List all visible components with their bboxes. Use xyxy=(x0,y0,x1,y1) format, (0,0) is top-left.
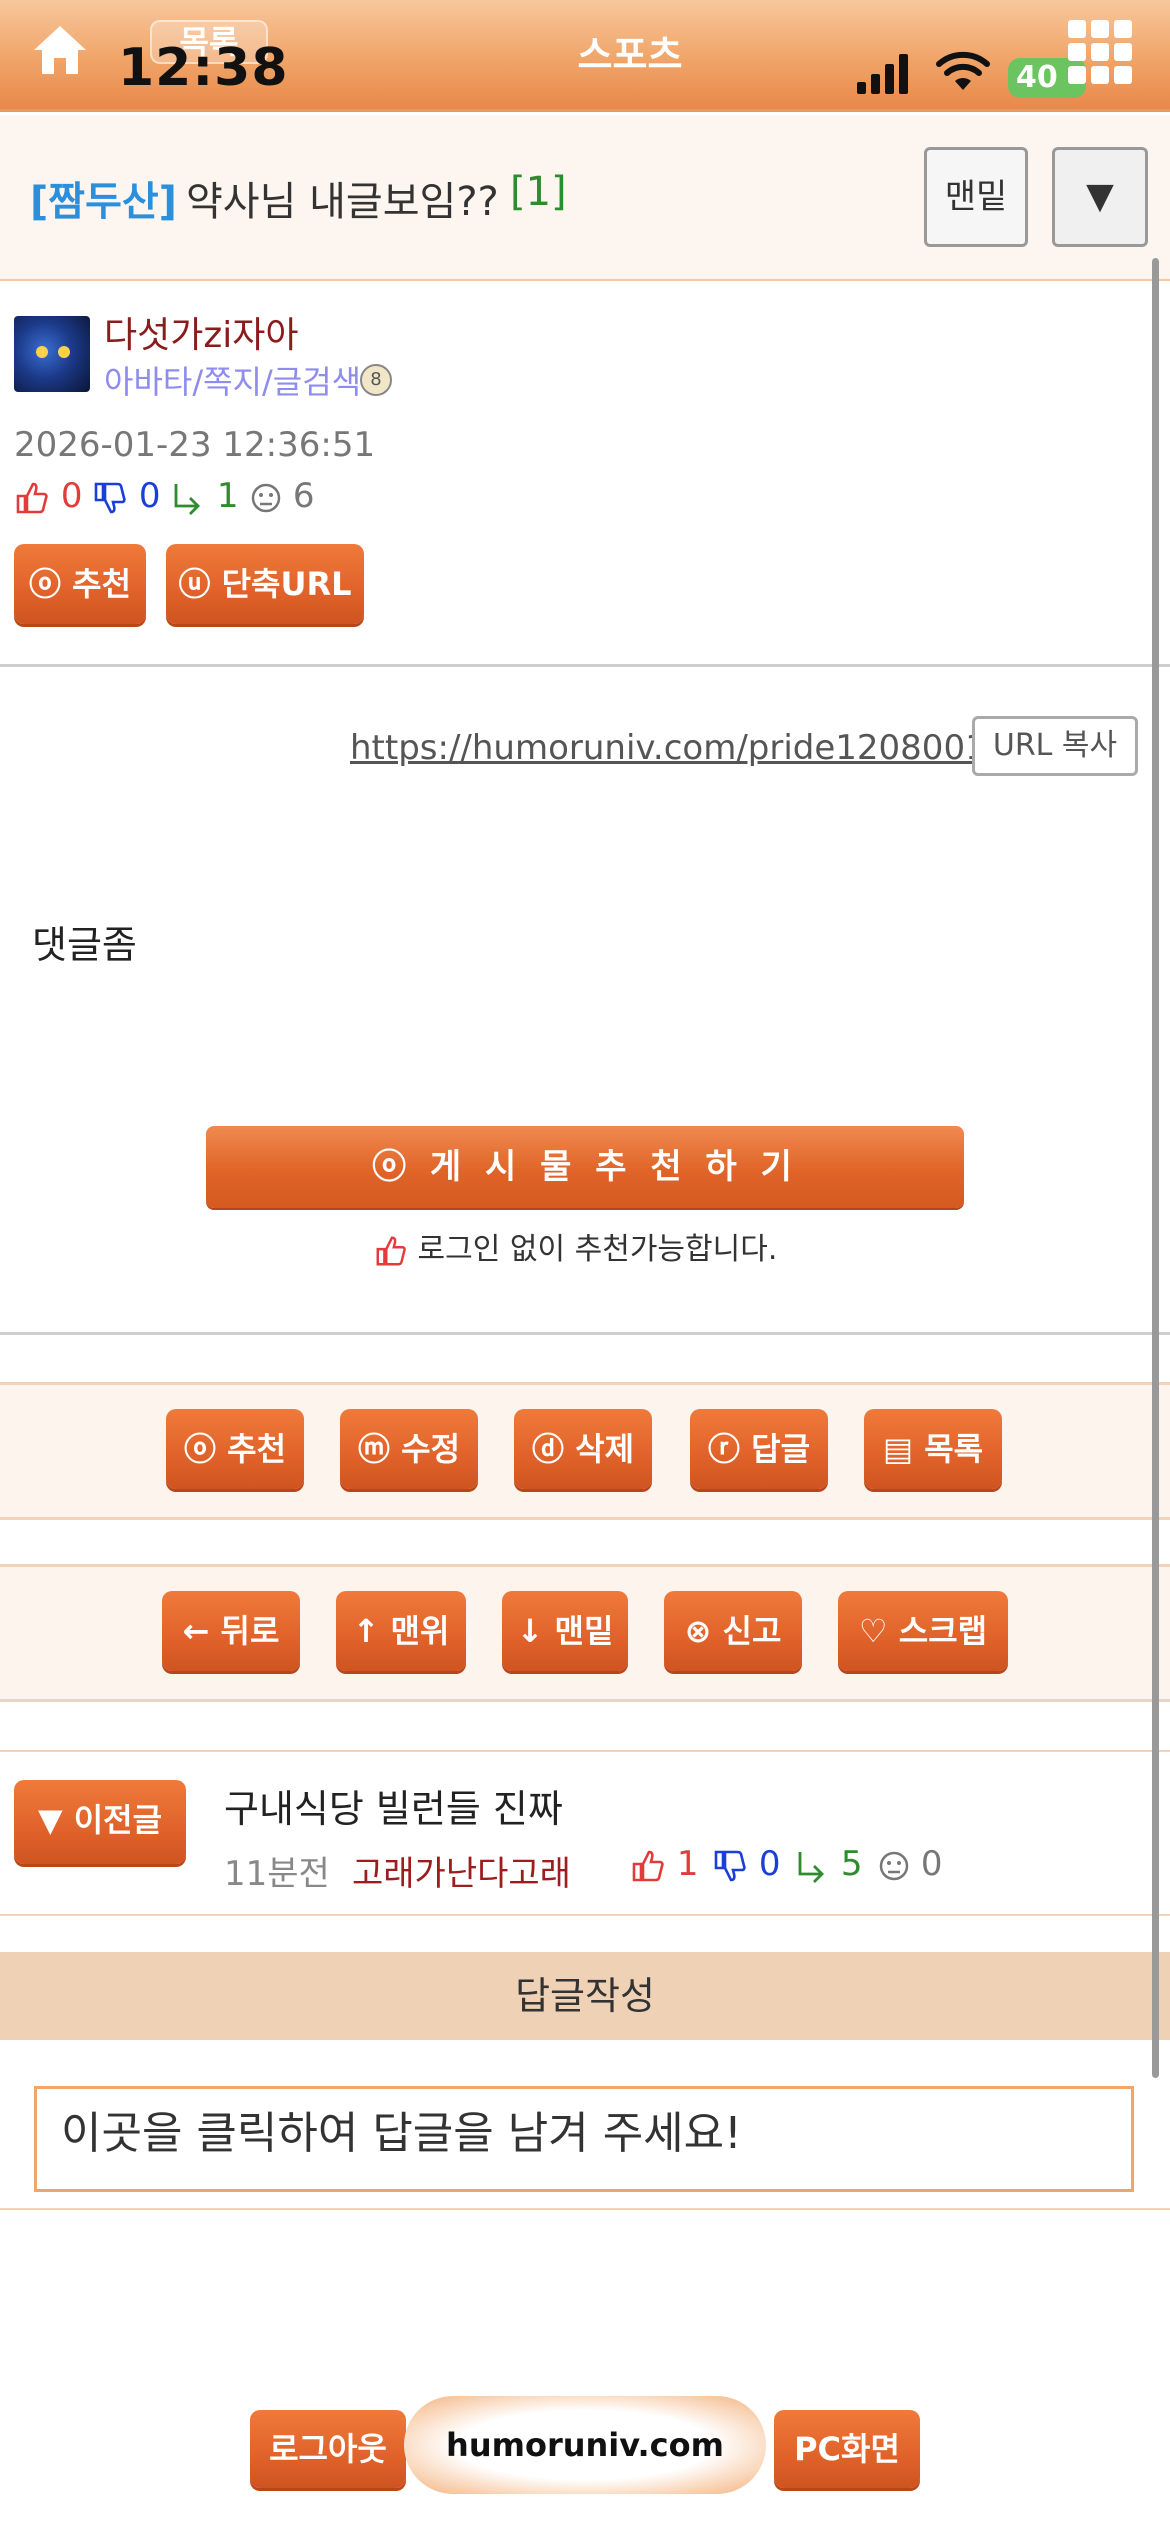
thumbs-down-icon xyxy=(94,482,126,513)
post-category[interactable]: [짬두산] xyxy=(30,169,177,227)
divider xyxy=(0,1332,1170,1335)
reply-arrow-icon xyxy=(798,1851,824,1883)
face-icon xyxy=(879,1851,909,1880)
reply-button[interactable]: ⓡ 답글 xyxy=(690,1409,828,1489)
post-date: 2026-01-23 12:36:51 xyxy=(14,425,376,465)
home-icon[interactable] xyxy=(30,22,90,78)
like-count: 0 xyxy=(14,476,82,516)
divider xyxy=(0,1750,1170,1752)
report-button[interactable]: ⊗ 신고 xyxy=(664,1591,802,1671)
reply-arrow-icon xyxy=(174,483,200,515)
prev-like-count: 1 xyxy=(630,1844,698,1884)
divider xyxy=(0,664,1170,667)
status-time: 12:38 xyxy=(118,38,289,98)
top-bar: 목록 12:38 스포츠 40 xyxy=(0,0,1170,112)
prev-view-count: 0 xyxy=(878,1844,942,1884)
go-bottom-button[interactable]: 맨밑 xyxy=(924,147,1028,247)
prev-post-time: 11분전 xyxy=(224,1854,330,1894)
scrollbar[interactable] xyxy=(1152,258,1159,2078)
wifi-icon xyxy=(936,51,990,90)
recommend-button[interactable]: ⓞ 추천 xyxy=(166,1409,304,1489)
recommend-note: 로그인 없이 추천가능합니다. xyxy=(374,1224,777,1268)
bottom-button[interactable]: ↓ 맨밑 xyxy=(502,1591,628,1671)
prev-reply-count: 5 xyxy=(794,1844,862,1884)
toggle-button[interactable]: ▼ xyxy=(1052,147,1148,247)
reply-count: 1 xyxy=(170,476,238,516)
site-logo-button[interactable]: humoruniv.com xyxy=(404,2396,766,2494)
url-copy-button[interactable]: URL 복사 xyxy=(972,716,1138,776)
thumbs-up-icon xyxy=(16,482,48,513)
pc-view-button[interactable]: PC화면 xyxy=(774,2410,920,2488)
author-links[interactable]: 아바타/쪽지/글검색 xyxy=(104,357,361,403)
short-url-button[interactable]: ⓤ 단축URL xyxy=(166,544,364,624)
post-title: 약사님 내글보임?? xyxy=(186,179,499,225)
list-button[interactable]: ▤ 목록 xyxy=(864,1409,1002,1489)
thumbs-down-icon xyxy=(714,1850,746,1881)
author-name[interactable]: 다섯가zi자아 xyxy=(104,306,299,358)
signal-icon xyxy=(857,54,908,94)
reply-section-header: 답글작성 xyxy=(0,1952,1170,2040)
recommend-post-button[interactable]: ⓞ 게 시 물 추 천 하 기 xyxy=(206,1126,964,1208)
prev-post-button[interactable]: ▼ 이전글 xyxy=(14,1780,186,1864)
scrap-button[interactable]: ♡ 스크랩 xyxy=(838,1591,1008,1671)
back-button[interactable]: ← 뒤로 xyxy=(162,1591,300,1671)
delete-button[interactable]: ⓓ 삭제 xyxy=(514,1409,652,1489)
reply-input[interactable]: 이곳을 클릭하여 답글을 남겨 주세요! xyxy=(34,2086,1134,2192)
edit-button[interactable]: ⓜ 수정 xyxy=(340,1409,478,1489)
divider xyxy=(0,1914,1170,1916)
nav-toolbar: ← 뒤로 ↑ 맨위 ↓ 맨밑 ⊗ 신고 ♡ 스크랩 xyxy=(0,1564,1170,1702)
prev-post-author[interactable]: 고래가난다고래 xyxy=(352,1846,571,1895)
prev-dislike-count: 0 xyxy=(712,1844,780,1884)
menu-grid-icon[interactable] xyxy=(1068,20,1132,84)
dislike-count: 0 xyxy=(92,476,160,516)
post-url-link[interactable]: https://humoruniv.com/pride1208001 xyxy=(350,728,987,768)
author-badge-icon: 8 xyxy=(360,364,392,396)
post-title-row: [짬두산] 약사님 내글보임?? [1] 맨밑 ▼ xyxy=(0,115,1170,281)
face-icon xyxy=(251,483,281,512)
prev-post-title[interactable]: 구내식당 빌런들 진짜 xyxy=(224,1778,563,1833)
view-count: 6 xyxy=(250,476,314,516)
avatar[interactable] xyxy=(14,316,90,392)
comment-count: [1] xyxy=(510,169,567,215)
logout-button[interactable]: 로그아웃 xyxy=(250,2410,406,2488)
thumbs-up-icon xyxy=(632,1850,664,1881)
post-content: 댓글좀 xyxy=(32,923,137,967)
recommend-small-button[interactable]: ⓞ 추천 xyxy=(14,544,146,624)
top-button[interactable]: ↑ 맨위 xyxy=(336,1591,466,1671)
post-toolbar: ⓞ 추천 ⓜ 수정 ⓓ 삭제 ⓡ 답글 ▤ 목록 xyxy=(0,1382,1170,1520)
thumbs-up-icon xyxy=(376,1236,406,1265)
divider xyxy=(0,2208,1170,2210)
